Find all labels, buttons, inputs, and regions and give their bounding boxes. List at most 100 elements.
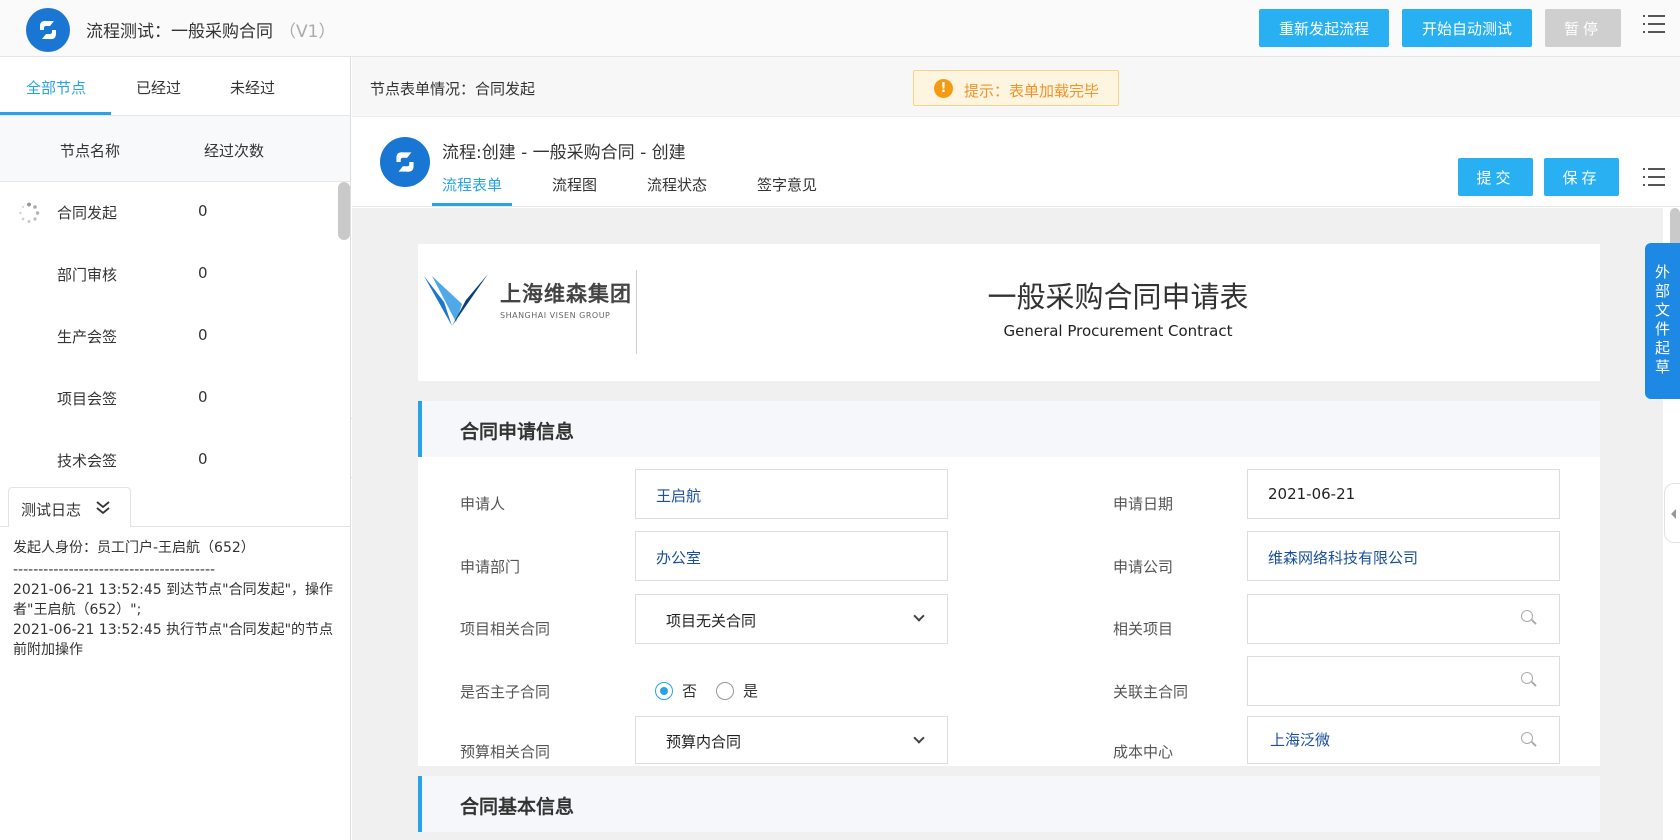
node-row[interactable]: 部门审核 0 xyxy=(0,244,338,306)
node-form-status-bar: 节点表单情况：合同发起 ! 提示：表单加载完毕 xyxy=(352,57,1680,117)
column-node-name: 节点名称 xyxy=(60,142,121,160)
app-title: 流程测试：一般采购合同 （V1） xyxy=(86,17,335,42)
start-autotest-button[interactable]: 开始自动测试 xyxy=(1402,9,1532,47)
applicant-field[interactable]: 王启航 xyxy=(635,469,948,519)
form-subtitle: General Procurement Contract xyxy=(1003,322,1233,340)
tab-sign-opinion[interactable]: 签字意见 xyxy=(757,174,817,195)
double-chevron-down-icon[interactable] xyxy=(95,500,111,516)
workflow-header: 流程:创建 - 一般采购合同 - 创建 流程表单 流程图 流程状态 签字意见 提… xyxy=(352,118,1680,207)
tab-flow-chart[interactable]: 流程图 xyxy=(552,174,597,195)
tab-flow-status[interactable]: 流程状态 xyxy=(647,174,707,195)
node-row[interactable]: 生产会签 0 xyxy=(0,306,338,368)
cost-center-value: 上海泛微 xyxy=(1270,731,1331,749)
log-line: 2021-06-21 13:52:45 到达节点"合同发起"，操作者"王启航（6… xyxy=(13,582,334,618)
app-logo-icon xyxy=(26,8,70,52)
test-log-tab[interactable]: 测试日志 xyxy=(8,487,131,527)
apply-date-value: 2021-06-21 xyxy=(1268,485,1356,503)
form-content-area: 上海维森集团 SHANGHAI VISEN GROUP 一般采购合同申请表 Ge… xyxy=(352,208,1663,840)
active-tab-indicator xyxy=(0,112,111,115)
search-icon[interactable] xyxy=(1521,672,1537,688)
app-version: （V1） xyxy=(279,22,336,42)
save-button[interactable]: 保存 xyxy=(1544,158,1619,196)
node-list-scrollbar[interactable] xyxy=(338,182,350,240)
apply-dept-label: 申请部门 xyxy=(460,558,521,576)
node-form-status: 节点表单情况：合同发起 xyxy=(370,80,536,98)
budget-contract-label: 预算相关合同 xyxy=(460,743,551,761)
search-icon[interactable] xyxy=(1521,732,1537,748)
node-name: 生产会签 xyxy=(57,328,118,346)
node-count: 0 xyxy=(198,202,208,220)
node-filter-tabs: 全部节点 已经过 未经过 xyxy=(0,57,350,116)
search-icon[interactable] xyxy=(1521,610,1537,626)
apply-date-field[interactable]: 2021-06-21 xyxy=(1247,469,1560,519)
form-menu-icon[interactable] xyxy=(1643,168,1665,188)
node-count: 0 xyxy=(198,326,208,344)
contract-application-form: 申请人 王启航 申请日期 2021-06-21 申请部门 办公室 申请公司 维森… xyxy=(418,457,1600,766)
node-count: 0 xyxy=(198,264,208,282)
radio-yes[interactable] xyxy=(716,682,734,700)
project-contract-value: 项目无关合同 xyxy=(666,612,757,630)
active-workflow-tab-indicator xyxy=(432,203,512,206)
submit-button[interactable]: 提交 xyxy=(1458,158,1533,196)
restart-flow-button[interactable]: 重新发起流程 xyxy=(1259,9,1389,47)
radio-no[interactable] xyxy=(655,682,673,700)
node-name: 合同发起 xyxy=(57,204,118,222)
node-row[interactable]: 合同发起 0 xyxy=(0,182,338,244)
apply-company-label: 申请公司 xyxy=(1113,558,1174,576)
content-scrollbar[interactable] xyxy=(1670,208,1680,248)
log-line: ---------------------------------------- xyxy=(13,562,216,578)
top-bar: 流程测试：一般采购合同 （V1） 重新发起流程 开始自动测试 暂停 xyxy=(0,0,1680,57)
node-name: 部门审核 xyxy=(57,266,118,284)
apply-dept-value: 办公室 xyxy=(656,549,702,567)
test-log-content: 发起人身份：员工门户-王启航（652） --------------------… xyxy=(13,538,335,660)
test-log-label: 测试日志 xyxy=(21,501,82,519)
tab-flow-form[interactable]: 流程表单 xyxy=(442,174,502,195)
is-main-contract-label: 是否主子合同 xyxy=(460,683,551,701)
radio-no-label: 否 xyxy=(682,682,698,700)
external-draft-tab[interactable]: 外部文件起草 xyxy=(1645,243,1680,399)
node-name: 项目会签 xyxy=(57,390,118,408)
loading-spinner-icon xyxy=(19,202,40,223)
project-contract-select[interactable]: 项目无关合同 xyxy=(635,594,948,644)
tip-banner: ! 提示：表单加载完毕 xyxy=(913,70,1119,106)
tip-text: 提示：表单加载完毕 xyxy=(964,82,1100,100)
section-header: 合同基本信息 xyxy=(418,776,1600,832)
form-title: 一般采购合同申请表 xyxy=(987,280,1249,314)
left-panel: 全部节点 已经过 未经过 节点名称 经过次数 合同发起 0 部门审核 0 生产会… xyxy=(0,57,351,840)
related-project-field[interactable] xyxy=(1247,594,1560,644)
apply-dept-field[interactable]: 办公室 xyxy=(635,531,948,581)
node-name: 技术会签 xyxy=(57,452,118,470)
section-title: 合同基本信息 xyxy=(460,796,575,818)
menu-icon[interactable] xyxy=(1643,15,1665,35)
main-contract-label: 关联主合同 xyxy=(1113,683,1189,701)
project-contract-label: 项目相关合同 xyxy=(460,620,551,638)
cost-center-label: 成本中心 xyxy=(1113,743,1174,761)
node-row[interactable]: 项目会签 0 xyxy=(0,368,338,430)
tab-all-nodes[interactable]: 全部节点 xyxy=(26,77,86,98)
radio-yes-label: 是 xyxy=(743,682,759,700)
log-line: 2021-06-21 13:52:45 执行节点"合同发起"的节点前附加操作 xyxy=(13,622,334,658)
tab-passed[interactable]: 已经过 xyxy=(136,77,181,98)
collapse-right-handle[interactable] xyxy=(1664,483,1680,543)
visen-group-logo xyxy=(424,274,488,326)
apply-company-field[interactable]: 维森网络科技有限公司 xyxy=(1247,531,1560,581)
budget-contract-select[interactable]: 预算内合同 xyxy=(635,716,948,764)
form-header: 上海维森集团 SHANGHAI VISEN GROUP 一般采购合同申请表 Ge… xyxy=(418,244,1600,381)
node-table-header: 节点名称 经过次数 xyxy=(0,116,350,182)
app-title-text: 流程测试：一般采购合同 xyxy=(86,22,273,42)
chevron-down-icon xyxy=(913,732,925,744)
cost-center-field[interactable]: 上海泛微 xyxy=(1247,716,1560,764)
triangle-left-icon xyxy=(1671,509,1676,519)
node-row[interactable]: 技术会签 0 xyxy=(0,430,338,492)
warning-icon: ! xyxy=(934,79,953,98)
company-name-en: SHANGHAI VISEN GROUP xyxy=(500,311,611,320)
log-line: 发起人身份：员工门户-王启航（652） xyxy=(13,540,255,556)
company-name-cn: 上海维森集团 xyxy=(500,282,632,306)
applicant-label: 申请人 xyxy=(460,495,506,513)
tab-not-passed[interactable]: 未经过 xyxy=(230,77,275,98)
pause-button[interactable]: 暂停 xyxy=(1545,9,1621,47)
main-contract-field[interactable] xyxy=(1247,656,1560,706)
column-pass-count: 经过次数 xyxy=(204,142,265,160)
section-title: 合同申请信息 xyxy=(460,421,575,443)
node-count: 0 xyxy=(198,388,208,406)
